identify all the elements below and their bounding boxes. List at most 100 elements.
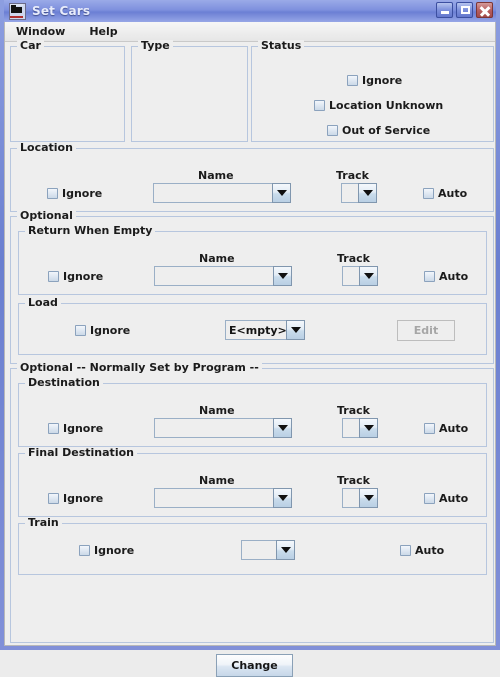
chevron-down-icon[interactable] bbox=[359, 266, 378, 286]
checkbox-box bbox=[48, 423, 59, 434]
chevron-down-icon[interactable] bbox=[273, 418, 292, 438]
final-destination-name-combo[interactable] bbox=[154, 488, 292, 508]
panel-optional-program: Optional -- Normally Set by Program -- D… bbox=[10, 362, 494, 643]
final-destination-ignore-label: Ignore bbox=[63, 492, 104, 505]
destination-auto-checkbox[interactable]: Auto bbox=[424, 422, 468, 435]
train-ignore-checkbox[interactable]: Ignore bbox=[79, 544, 134, 557]
rwe-auto-checkbox[interactable]: Auto bbox=[424, 270, 468, 283]
load-value-combo[interactable]: E<mpty> bbox=[225, 320, 305, 340]
location-track-value bbox=[341, 183, 358, 203]
final-destination-name-header: Name bbox=[199, 474, 235, 487]
location-name-combo[interactable] bbox=[153, 183, 291, 203]
final-destination-name-value bbox=[154, 488, 273, 508]
train-ignore-label: Ignore bbox=[94, 544, 135, 557]
window-title: Set Cars bbox=[32, 4, 91, 18]
panel-final-destination-title: Final Destination bbox=[25, 447, 137, 458]
final-destination-auto-label: Auto bbox=[439, 492, 469, 505]
form-content: Car Type Status Ignore Location Unknown … bbox=[5, 40, 495, 677]
load-ignore-checkbox[interactable]: Ignore bbox=[75, 324, 130, 337]
status-location-unknown-checkbox[interactable]: Location Unknown bbox=[314, 99, 443, 112]
panel-status-title: Status bbox=[258, 40, 305, 51]
final-destination-ignore-checkbox[interactable]: Ignore bbox=[48, 492, 103, 505]
location-ignore-checkbox[interactable]: Ignore bbox=[47, 187, 102, 200]
chevron-down-icon[interactable] bbox=[358, 183, 377, 203]
final-destination-track-value bbox=[342, 488, 359, 508]
load-edit-button[interactable]: Edit bbox=[397, 320, 455, 341]
destination-track-combo[interactable] bbox=[342, 418, 378, 438]
panel-train-title: Train bbox=[25, 517, 62, 528]
status-location-unknown-label: Location Unknown bbox=[329, 99, 444, 112]
close-button[interactable] bbox=[476, 2, 493, 18]
train-auto-checkbox[interactable]: Auto bbox=[400, 544, 444, 557]
destination-track-value bbox=[342, 418, 359, 438]
panel-optional-title: Optional bbox=[17, 210, 76, 221]
destination-name-combo[interactable] bbox=[154, 418, 292, 438]
menu-help[interactable]: Help bbox=[86, 24, 120, 39]
panel-return-when-empty: Return When Empty Name Track Ignore Auto bbox=[18, 225, 487, 295]
final-destination-track-combo[interactable] bbox=[342, 488, 378, 508]
chevron-down-icon[interactable] bbox=[272, 183, 291, 203]
minimize-button[interactable] bbox=[436, 2, 453, 18]
status-ignore-label: Ignore bbox=[362, 74, 403, 87]
destination-name-header: Name bbox=[199, 404, 235, 417]
title-bar[interactable]: Set Cars bbox=[4, 0, 496, 22]
chevron-down-icon[interactable] bbox=[286, 320, 305, 340]
location-track-combo[interactable] bbox=[341, 183, 377, 203]
location-ignore-label: Ignore bbox=[62, 187, 103, 200]
chevron-down-icon[interactable] bbox=[273, 488, 292, 508]
rwe-track-combo[interactable] bbox=[342, 266, 378, 286]
train-value bbox=[241, 540, 276, 560]
rwe-track-value bbox=[342, 266, 359, 286]
window-controls bbox=[436, 2, 493, 18]
chevron-down-icon[interactable] bbox=[359, 418, 378, 438]
status-ignore-checkbox[interactable]: Ignore bbox=[347, 74, 402, 87]
rwe-ignore-label: Ignore bbox=[63, 270, 104, 283]
checkbox-box bbox=[347, 75, 358, 86]
chevron-down-icon[interactable] bbox=[359, 488, 378, 508]
menu-window[interactable]: Window bbox=[13, 24, 68, 39]
panel-status: Status Ignore Location Unknown Out of Se… bbox=[251, 40, 494, 142]
location-track-header: Track bbox=[336, 169, 369, 182]
panel-load: Load Ignore E<mpty> Edit bbox=[18, 297, 487, 355]
load-ignore-label: Ignore bbox=[90, 324, 131, 337]
final-destination-auto-checkbox[interactable]: Auto bbox=[424, 492, 468, 505]
menu-bar: Window Help bbox=[5, 22, 495, 42]
panel-location-title: Location bbox=[17, 142, 76, 153]
destination-auto-label: Auto bbox=[439, 422, 469, 435]
checkbox-box bbox=[424, 493, 435, 504]
locomotive-icon bbox=[9, 2, 26, 20]
panel-optional-program-title: Optional -- Normally Set by Program -- bbox=[17, 362, 262, 373]
rwe-auto-label: Auto bbox=[439, 270, 469, 283]
rwe-ignore-checkbox[interactable]: Ignore bbox=[48, 270, 103, 283]
checkbox-box bbox=[424, 271, 435, 282]
load-value: E<mpty> bbox=[225, 320, 286, 340]
checkbox-box bbox=[48, 493, 59, 504]
destination-name-value bbox=[154, 418, 273, 438]
train-combo[interactable] bbox=[241, 540, 295, 560]
checkbox-box bbox=[47, 188, 58, 199]
checkbox-box bbox=[327, 125, 338, 136]
status-out-of-service-checkbox[interactable]: Out of Service bbox=[327, 124, 430, 137]
panel-optional: Optional Return When Empty Name Track Ig… bbox=[10, 210, 494, 364]
location-auto-checkbox[interactable]: Auto bbox=[423, 187, 467, 200]
panel-location: Location Name Track Ignore Auto bbox=[10, 142, 494, 212]
panel-destination: Destination Name Track Ignore Auto bbox=[18, 377, 487, 447]
rwe-track-header: Track bbox=[337, 252, 370, 265]
panel-return-when-empty-title: Return When Empty bbox=[25, 225, 156, 236]
status-out-of-service-label: Out of Service bbox=[342, 124, 431, 137]
panel-destination-title: Destination bbox=[25, 377, 103, 388]
location-auto-label: Auto bbox=[438, 187, 468, 200]
checkbox-box bbox=[75, 325, 86, 336]
chevron-down-icon[interactable] bbox=[276, 540, 295, 560]
panel-car-title: Car bbox=[17, 40, 44, 51]
panel-train: Train Ignore Auto bbox=[18, 517, 487, 575]
rwe-name-value bbox=[154, 266, 273, 286]
destination-ignore-checkbox[interactable]: Ignore bbox=[48, 422, 103, 435]
checkbox-box bbox=[400, 545, 411, 556]
chevron-down-icon[interactable] bbox=[273, 266, 292, 286]
maximize-button[interactable] bbox=[456, 2, 473, 18]
final-destination-track-header: Track bbox=[337, 474, 370, 487]
rwe-name-combo[interactable] bbox=[154, 266, 292, 286]
panel-type-title: Type bbox=[138, 40, 173, 51]
change-button[interactable]: Change bbox=[216, 654, 293, 677]
